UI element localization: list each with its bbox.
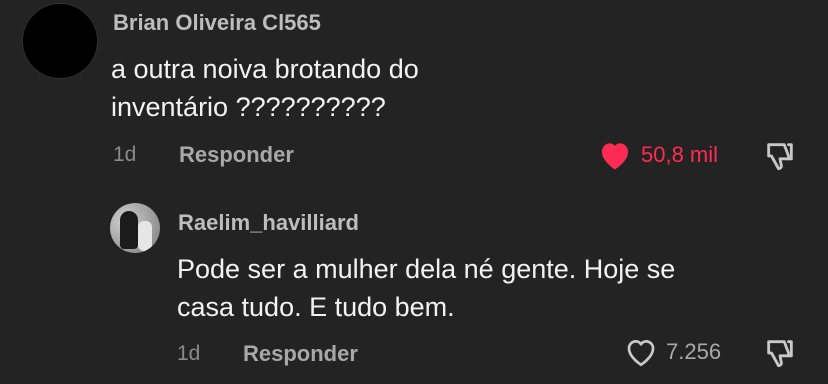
- thumbs-down-icon: [763, 340, 797, 374]
- heart-filled-icon: [597, 139, 633, 171]
- comment-text-line: Pode ser a mulher dela né gente. Hoje se: [177, 254, 676, 284]
- comment-timestamp: 1d: [177, 342, 201, 365]
- like-count: 7.256: [666, 339, 722, 364]
- comment-item: Brian Oliveira Cl565 a outra noiva brota…: [0, 0, 828, 190]
- reply-button[interactable]: Responder: [243, 341, 358, 367]
- like-count: 50,8 mil: [641, 142, 719, 167]
- comment-text-line: a outra noiva brotando do: [111, 54, 419, 84]
- heart-outline-icon: [624, 336, 658, 368]
- thumbs-down-icon: [763, 143, 797, 177]
- avatar[interactable]: [22, 3, 98, 79]
- comment-timestamp: 1d: [113, 143, 137, 166]
- like-button[interactable]: 7.256: [624, 336, 721, 368]
- reply-comment-item: Raelim_havilliard Pode ser a mulher dela…: [0, 190, 828, 384]
- comment-text-line: inventário ??????????: [111, 92, 386, 122]
- comment-username[interactable]: Brian Oliveira Cl565: [113, 10, 321, 36]
- dislike-button[interactable]: [763, 336, 797, 375]
- dislike-button[interactable]: [763, 139, 797, 178]
- like-button[interactable]: 50,8 mil: [597, 139, 718, 171]
- comment-text-line: casa tudo. E tudo bem.: [177, 292, 455, 322]
- reply-button[interactable]: Responder: [179, 142, 294, 168]
- avatar[interactable]: [110, 203, 160, 253]
- comment-username[interactable]: Raelim_havilliard: [178, 210, 359, 236]
